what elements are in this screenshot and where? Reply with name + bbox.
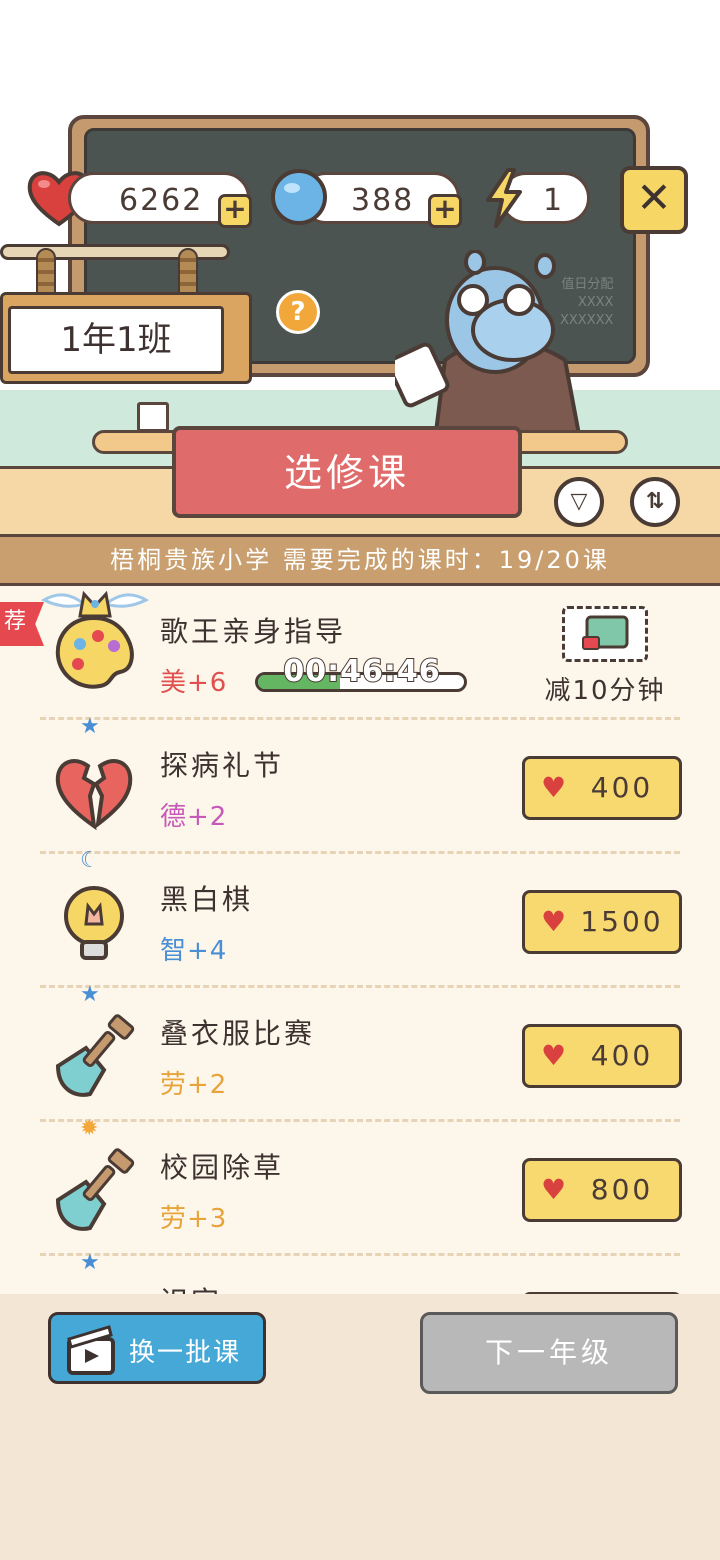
cup-illustration <box>137 402 169 432</box>
palette-icon <box>55 615 134 689</box>
list-item[interactable]: 荐 歌王亲身指导 美+6 00:46:46 减10分钟 <box>0 586 720 720</box>
buy-course-button[interactable]: ♥ 800 <box>522 1158 682 1222</box>
speedup-label: 减10分钟 <box>544 676 666 706</box>
filter-icon: ▽ <box>570 489 588 514</box>
list-item[interactable]: ★ 探病礼节 德+2 ♥ 400 <box>0 716 720 854</box>
page-title: 选修课 <box>172 426 522 518</box>
lightbulb-icon <box>64 886 124 960</box>
coin-icon <box>271 169 327 225</box>
moon-icon: ☾ <box>80 848 100 873</box>
heart-count: 6262 <box>119 183 204 218</box>
sun-icon: ✹ <box>80 1116 99 1141</box>
buy-course-button[interactable]: ♥ 1500 <box>522 890 682 954</box>
class-name-sign: 1年1班 <box>8 306 224 374</box>
course-timer: 00:46:46 <box>282 653 441 690</box>
classroom-scene: 值日分配 XXXX XXXXXX <box>0 0 720 470</box>
list-item[interactable]: ☾ 黑白棋 智+4 ♥ 1500 <box>0 850 720 988</box>
shovel-icon <box>55 1148 135 1231</box>
swap-courses-button[interactable]: 换一批课 <box>48 1312 266 1384</box>
lightning-icon <box>486 168 522 228</box>
heart-icon: ♥ <box>541 1039 567 1072</box>
course-price: 800 <box>590 1173 654 1206</box>
star-icon: ★ <box>80 982 100 1007</box>
coin-count: 388 <box>351 183 415 218</box>
filter-button[interactable]: ▽ <box>554 477 604 527</box>
shovel-icon <box>55 1014 135 1097</box>
speedup-coupon-button[interactable] <box>562 606 648 662</box>
question-icon: ? <box>290 297 306 327</box>
course-name: 叠衣服比赛 <box>160 1017 316 1050</box>
star-icon: ★ <box>80 1250 100 1275</box>
course-stat: 德+2 <box>160 802 228 832</box>
sort-icon: ⇅ <box>645 489 665 514</box>
course-list[interactable]: 荐 歌王亲身指导 美+6 00:46:46 减10分钟 ★ 探病礼节 德+2 ♥… <box>0 586 720 1296</box>
course-price: 400 <box>590 1039 654 1072</box>
close-icon: ✕ <box>636 173 672 222</box>
buy-course-button[interactable]: ♥ 400 <box>522 756 682 820</box>
heart-icon: ♥ <box>541 771 567 804</box>
energy-count: 1 <box>543 183 565 218</box>
heart-icon: ♥ <box>541 905 567 938</box>
list-item[interactable]: ★ 叠衣服比赛 劳+2 ♥ 400 <box>0 984 720 1122</box>
course-stat: 智+4 <box>160 936 228 966</box>
next-grade-button[interactable]: 下一年级 <box>420 1312 678 1394</box>
buy-course-button[interactable]: ♥ 400 <box>522 1024 682 1088</box>
broken-heart-icon <box>55 759 133 831</box>
sort-button[interactable]: ⇅ <box>630 477 680 527</box>
star-icon: ★ <box>80 714 100 739</box>
list-item[interactable]: ✹ 校园除草 劳+3 ♥ 800 <box>0 1118 720 1256</box>
course-name: 探病礼节 <box>160 749 285 782</box>
video-icon <box>67 1325 115 1375</box>
course-price: 400 <box>590 771 654 804</box>
course-stat: 美+6 <box>160 668 228 698</box>
course-name: 校园除草 <box>160 1151 285 1184</box>
help-button[interactable]: ? <box>276 290 320 334</box>
coupon-icon <box>582 615 629 650</box>
recommended-tag: 荐 <box>0 602 44 646</box>
list-item[interactable]: ★ 识字 <box>0 1252 720 1296</box>
course-name: 歌王亲身指导 <box>160 615 347 648</box>
course-price: 1500 <box>580 905 664 938</box>
teacher-hippo-illustration <box>395 250 583 440</box>
add-coins-button[interactable]: + <box>428 194 462 228</box>
course-name: 黑白棋 <box>160 883 254 916</box>
course-stat: 劳+3 <box>160 1204 228 1234</box>
add-hearts-button[interactable]: + <box>218 194 252 228</box>
school-progress-bar: 梧桐贵族小学 需要完成的课时：19/20课 <box>0 534 720 586</box>
heart-icon: ♥ <box>541 1173 567 1206</box>
course-stat: 劳+2 <box>160 1070 228 1100</box>
swap-courses-label: 换一批课 <box>129 1338 242 1368</box>
close-button[interactable]: ✕ <box>620 166 688 234</box>
